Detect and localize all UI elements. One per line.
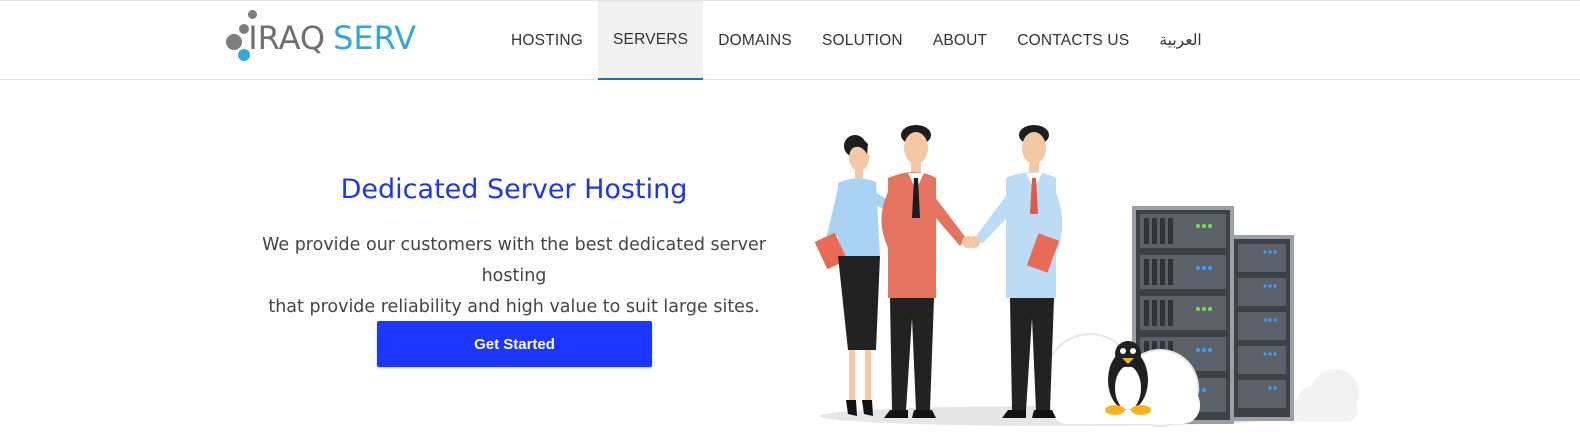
brand-logo[interactable]: IRAQ SERV [226, 9, 416, 67]
nav-item-domains[interactable]: DOMAINS [703, 1, 807, 80]
main-nav: HOSTING SERVERS DOMAINS SOLUTION ABOUT C… [496, 1, 1217, 80]
client-figure-icon [968, 125, 1063, 418]
hero-description: We provide our customers with the best d… [244, 230, 784, 323]
brand-word-1: IRAQ [248, 19, 326, 57]
nav-item-about[interactable]: ABOUT [918, 1, 1002, 80]
hero-description-line-1: We provide our customers with the best d… [262, 235, 766, 286]
brand-word-2: SERV [333, 19, 416, 57]
hero-description-line-2: that provide reliability and high value … [268, 297, 760, 317]
cloud-icon [1290, 369, 1359, 422]
nav-item-contacts[interactable]: CONTACTS US [1002, 1, 1144, 80]
nav-item-arabic[interactable]: العربية [1144, 1, 1216, 80]
businessman-figure-icon [881, 125, 974, 418]
hero-illustration [814, 125, 1359, 427]
nav-item-solution[interactable]: SOLUTION [807, 1, 918, 80]
logo-dots-icon [226, 10, 257, 66]
brand-name: IRAQ SERV [248, 22, 416, 54]
hero-title: Dedicated Server Hosting [340, 174, 688, 205]
nav-item-servers[interactable]: SERVERS [598, 1, 704, 80]
site-header: IRAQ SERV HOSTING SERVERS DOMAINS SOLUTI… [0, 0, 1580, 80]
nav-item-hosting[interactable]: HOSTING [496, 1, 598, 80]
get-started-button[interactable]: Get Started [377, 321, 652, 367]
